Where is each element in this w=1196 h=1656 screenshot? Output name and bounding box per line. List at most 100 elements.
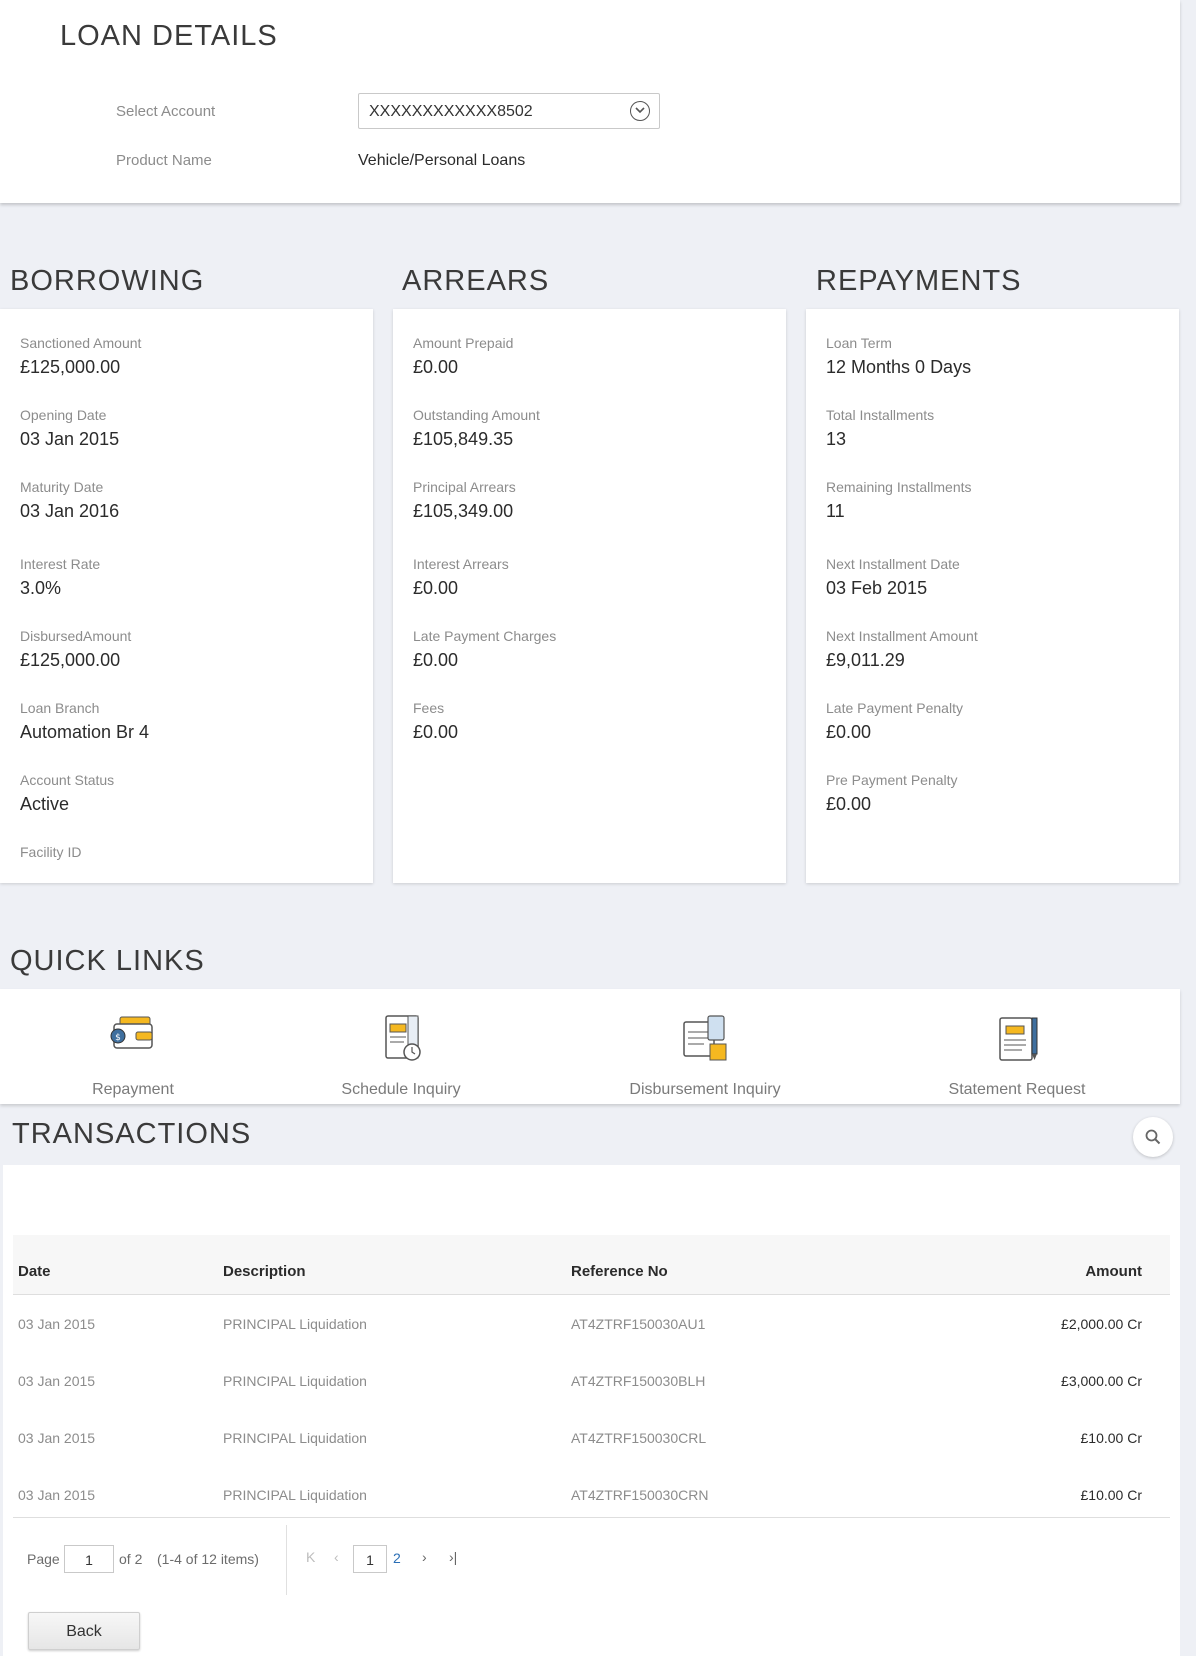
field-value: 03 Jan 2016: [20, 501, 120, 521]
field-label: Late Payment Penalty: [826, 700, 963, 716]
cell-date: 03 Jan 2015: [18, 1430, 96, 1446]
arrears-title: ARREARS: [402, 265, 550, 297]
remaining-installments-field: Remaining Installments 11: [826, 479, 972, 522]
field-value: Automation Br 4: [20, 722, 150, 742]
cell-description: PRINCIPAL Liquidation: [223, 1373, 367, 1389]
amount-prepaid-field: Amount Prepaid £0.00: [413, 335, 513, 378]
field-value: 03 Jan 2015: [20, 429, 120, 449]
cell-reference: AT4ZTRF150030BLH: [571, 1373, 706, 1389]
column-header-date[interactable]: Date: [18, 1263, 51, 1280]
wallet-icon: $: [110, 1016, 153, 1049]
field-label: Remaining Installments: [826, 479, 972, 495]
product-name-value: Vehicle/Personal Loans: [358, 152, 526, 169]
table-row: 03 Jan 2015 PRINCIPAL Liquidation AT4ZTR…: [13, 1353, 1170, 1410]
transactions-card: Date Description Reference No Amount 03 …: [3, 1165, 1180, 1656]
pager-divider: [286, 1525, 287, 1595]
quick-link-label: Schedule Inquiry: [341, 1081, 461, 1098]
field-value: 13: [826, 429, 847, 449]
cell-reference: AT4ZTRF150030CRN: [571, 1487, 709, 1503]
next-installment-date-field: Next Installment Date 03 Feb 2015: [826, 556, 960, 599]
field-label: Opening Date: [20, 407, 107, 423]
sanctioned-amount-field: Sanctioned Amount £125,000.00: [20, 335, 141, 378]
field-label: Account Status: [20, 772, 115, 788]
cell-reference: AT4ZTRF150030AU1: [571, 1316, 706, 1332]
field-label: Next Installment Date: [826, 556, 960, 572]
loan-term-field: Loan Term 12 Months 0 Days: [826, 335, 971, 378]
loan-details-card: LOAN DETAILS Select Account XXXXXXXXXXXX…: [0, 0, 1180, 203]
quick-link-repayment[interactable]: $ Repayment: [13, 989, 253, 1104]
cell-date: 03 Jan 2015: [18, 1487, 96, 1503]
page-2-button[interactable]: 2: [393, 1550, 401, 1566]
field-label: Fees: [413, 700, 445, 716]
opening-date-field: Opening Date 03 Jan 2015: [20, 407, 119, 450]
quick-links-card: $ Repayment Schedule Inquiry Disbursemen…: [0, 989, 1180, 1104]
field-label: Amount Prepaid: [413, 335, 514, 351]
maturity-date-field: Maturity Date 03 Jan 2016: [20, 479, 119, 522]
field-label: Total Installments: [826, 407, 935, 423]
disbursed-amount-field: DisbursedAmount £125,000.00: [20, 628, 131, 671]
field-label: DisbursedAmount: [20, 628, 132, 644]
cell-description: PRINCIPAL Liquidation: [223, 1430, 367, 1446]
search-button[interactable]: [1133, 1117, 1173, 1157]
field-label: Interest Rate: [20, 556, 101, 572]
cell-amount: £10.00 Cr: [1080, 1487, 1142, 1503]
page-title: LOAN DETAILS: [60, 20, 278, 52]
field-value: 11: [826, 501, 845, 521]
prev-page-icon[interactable]: ‹: [334, 1549, 339, 1565]
field-value: Active: [20, 794, 70, 814]
late-payment-charges-field: Late Payment Charges £0.00: [413, 628, 556, 671]
loan-branch-field: Loan Branch Automation Br 4: [20, 700, 149, 743]
cell-description: PRINCIPAL Liquidation: [223, 1487, 367, 1503]
field-value: £125,000.00: [20, 650, 121, 670]
field-value: £0.00: [413, 722, 459, 742]
table-row: 03 Jan 2015 PRINCIPAL Liquidation AT4ZTR…: [13, 1467, 1170, 1524]
field-label: Loan Branch: [20, 700, 100, 716]
interest-rate-field: Interest Rate 3.0%: [20, 556, 100, 599]
column-header-amount[interactable]: Amount: [1085, 1263, 1142, 1280]
account-status-field: Account Status Active: [20, 772, 114, 815]
field-value: £105,349.00: [413, 501, 514, 521]
table-row: 03 Jan 2015 PRINCIPAL Liquidation AT4ZTR…: [13, 1410, 1170, 1467]
fees-field: Fees £0.00: [413, 700, 458, 743]
quick-link-disbursement-inquiry[interactable]: Disbursement Inquiry: [585, 989, 825, 1104]
quick-link-schedule-inquiry[interactable]: Schedule Inquiry: [281, 989, 521, 1104]
next-page-icon[interactable]: ›: [422, 1549, 427, 1565]
table-divider: [13, 1517, 1170, 1518]
field-value: £0.00: [826, 794, 872, 814]
product-name-label: Product Name: [116, 152, 212, 169]
first-page-icon[interactable]: K: [306, 1549, 315, 1565]
field-label: Loan Term: [826, 335, 892, 351]
column-header-reference[interactable]: Reference No: [571, 1263, 668, 1280]
cell-amount: £3,000.00 Cr: [1061, 1373, 1142, 1389]
field-label: Late Payment Charges: [413, 628, 557, 644]
pager-range-label: (1-4 of 12 items): [157, 1551, 259, 1567]
page-1-button[interactable]: 1: [353, 1545, 387, 1573]
account-select[interactable]: XXXXXXXXXXXX8502: [358, 93, 660, 129]
chevron-down-icon[interactable]: [630, 101, 650, 121]
repayments-title: REPAYMENTS: [816, 265, 1022, 297]
quick-link-label: Repayment: [92, 1081, 174, 1098]
borrowing-panel: Sanctioned Amount £125,000.00 Opening Da…: [0, 309, 373, 883]
cell-amount: £2,000.00 Cr: [1061, 1316, 1142, 1332]
field-label: Facility ID: [20, 844, 82, 860]
interest-arrears-field: Interest Arrears £0.00: [413, 556, 509, 599]
field-label: Interest Arrears: [413, 556, 509, 572]
borrowing-title: BORROWING: [10, 265, 205, 297]
quick-link-statement-request[interactable]: Statement Request: [897, 989, 1137, 1104]
facility-id-field: Facility ID: [20, 844, 81, 860]
account-select-value: XXXXXXXXXXXX8502: [369, 103, 533, 120]
page-number-input[interactable]: 1: [64, 1545, 114, 1573]
field-value: £0.00: [826, 722, 872, 742]
column-header-description[interactable]: Description: [223, 1263, 306, 1280]
total-installments-field: Total Installments 13: [826, 407, 934, 450]
table-row: 03 Jan 2015 PRINCIPAL Liquidation AT4ZTR…: [13, 1296, 1170, 1353]
statement-icon: [999, 1017, 1038, 1061]
repayments-panel: Loan Term 12 Months 0 Days Total Install…: [806, 309, 1179, 883]
back-button[interactable]: Back: [28, 1612, 140, 1650]
principal-arrears-field: Principal Arrears £105,349.00: [413, 479, 516, 522]
field-value: £0.00: [413, 578, 459, 598]
quick-link-label: Statement Request: [948, 1081, 1086, 1098]
last-page-icon[interactable]: ›|: [449, 1549, 457, 1565]
next-installment-amount-field: Next Installment Amount £9,011.29: [826, 628, 978, 671]
field-label: Principal Arrears: [413, 479, 516, 495]
